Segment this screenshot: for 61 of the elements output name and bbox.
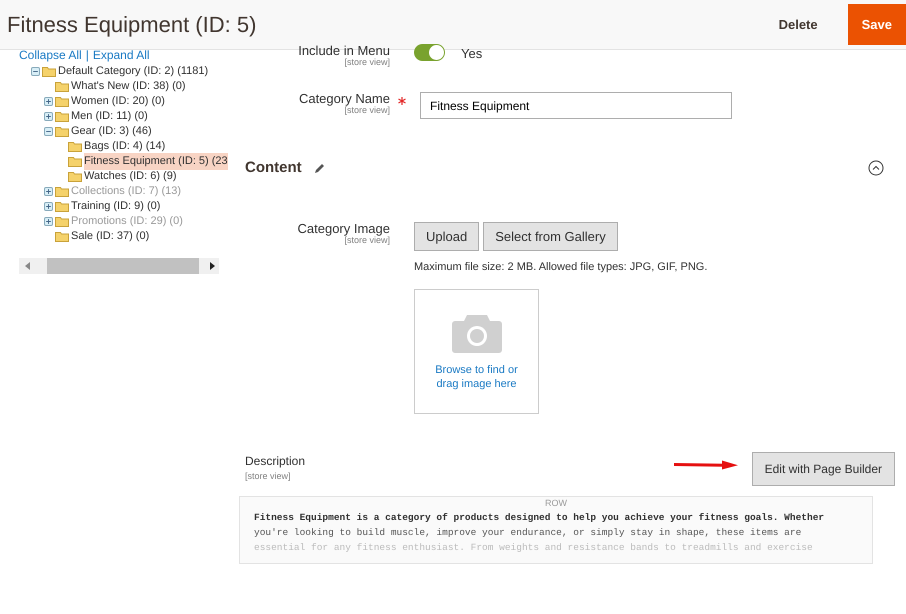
tree-item[interactable]: Gear (ID: 3) (46) <box>71 123 152 140</box>
tree-item[interactable]: Watches (ID: 6) (9) <box>84 168 176 185</box>
page-builder-button[interactable]: Edit with Page Builder <box>752 452 895 486</box>
expand-toggle-icon[interactable] <box>44 127 53 136</box>
pencil-icon[interactable] <box>314 162 326 174</box>
separator: | <box>86 47 89 64</box>
tree-item[interactable]: Women (ID: 20) (0) <box>71 93 165 110</box>
folder-icon <box>68 156 82 167</box>
expand-all-link[interactable]: Expand All <box>92 46 150 64</box>
tree-item[interactable]: What's New (ID: 38) (0) <box>71 78 186 95</box>
folder-icon <box>55 201 69 212</box>
field-label: Category Image <box>296 222 390 236</box>
description-line: Fitness Equipment is a category of products designed to help you achieve your fitness goals. Whether <box>254 511 826 526</box>
expand-toggle-icon[interactable] <box>31 67 40 76</box>
gallery-button[interactable]: Select from Gallery <box>483 222 618 252</box>
tree-item[interactable]: Bags (ID: 4) (14) <box>84 138 166 155</box>
image-drop-zone[interactable]: Browse to find or drag image here <box>414 288 539 414</box>
upload-button[interactable]: Upload <box>414 222 480 252</box>
folder-icon <box>55 231 69 242</box>
field-label: Include in Menu <box>297 44 390 58</box>
scroll-left-icon[interactable] <box>25 262 31 270</box>
scope-label: [store view] <box>245 470 292 483</box>
expand-toggle-icon[interactable] <box>44 112 53 121</box>
folder-icon <box>55 96 69 107</box>
page-title: Fitness Equipment (ID: 5) <box>6 11 258 39</box>
scope-label: [store view] <box>344 106 390 116</box>
folder-icon <box>55 126 69 137</box>
file-note: Maximum file size: 2 MB. Allowed file types: JPG, GIF, PNG. <box>414 260 708 276</box>
arrow-icon <box>674 460 738 470</box>
delete-button[interactable]: Delete <box>764 6 832 42</box>
folder-icon <box>68 171 82 182</box>
tree-item[interactable]: Men (ID: 11) (0) <box>71 108 148 125</box>
section-title: Content <box>245 158 302 178</box>
description-line: you're looking to build muscle, improve your endurance, or simply stay in shape, these items are <box>254 526 802 540</box>
tree-item[interactable]: Sale (ID: 37) (0) <box>71 228 150 245</box>
folder-icon <box>68 141 82 152</box>
save-button[interactable]: Save <box>848 4 906 46</box>
scope-label: [store view] <box>343 58 390 68</box>
field-label: Category Name <box>298 92 390 106</box>
horizontal-scrollbar[interactable] <box>19 258 219 274</box>
tree-item[interactable]: Training (ID: 9) (0) <box>71 198 160 215</box>
tree-item[interactable]: Default Category (ID: 2) (1181) <box>58 63 208 80</box>
folder-icon <box>55 111 69 122</box>
drop-hint: Browse to find or drag image here <box>434 362 519 392</box>
expand-toggle-icon[interactable] <box>44 202 53 211</box>
folder-icon <box>55 186 69 197</box>
row-label: ROW <box>544 496 568 510</box>
category-name-field[interactable]: Fitness Equipment <box>420 92 732 120</box>
scroll-right-icon[interactable] <box>209 262 215 270</box>
folder-icon <box>55 81 69 92</box>
folder-icon <box>42 66 56 77</box>
scope-label: [store view] <box>344 236 390 246</box>
folder-icon <box>55 216 69 227</box>
collapse-all-link[interactable]: Collapse All <box>19 46 82 64</box>
tree-item[interactable]: Fitness Equipment (ID: 5) (23 <box>84 153 228 170</box>
toggle-value: Yes <box>461 45 482 63</box>
collapse-icon[interactable] <box>868 160 884 176</box>
expand-toggle-icon[interactable] <box>44 97 53 106</box>
toggle-switch[interactable] <box>414 44 445 61</box>
field-label: Description <box>245 452 306 470</box>
description-line: essential for any fitness enthusiast. From weights and resistance bands to treadmills and exercise <box>254 541 814 556</box>
